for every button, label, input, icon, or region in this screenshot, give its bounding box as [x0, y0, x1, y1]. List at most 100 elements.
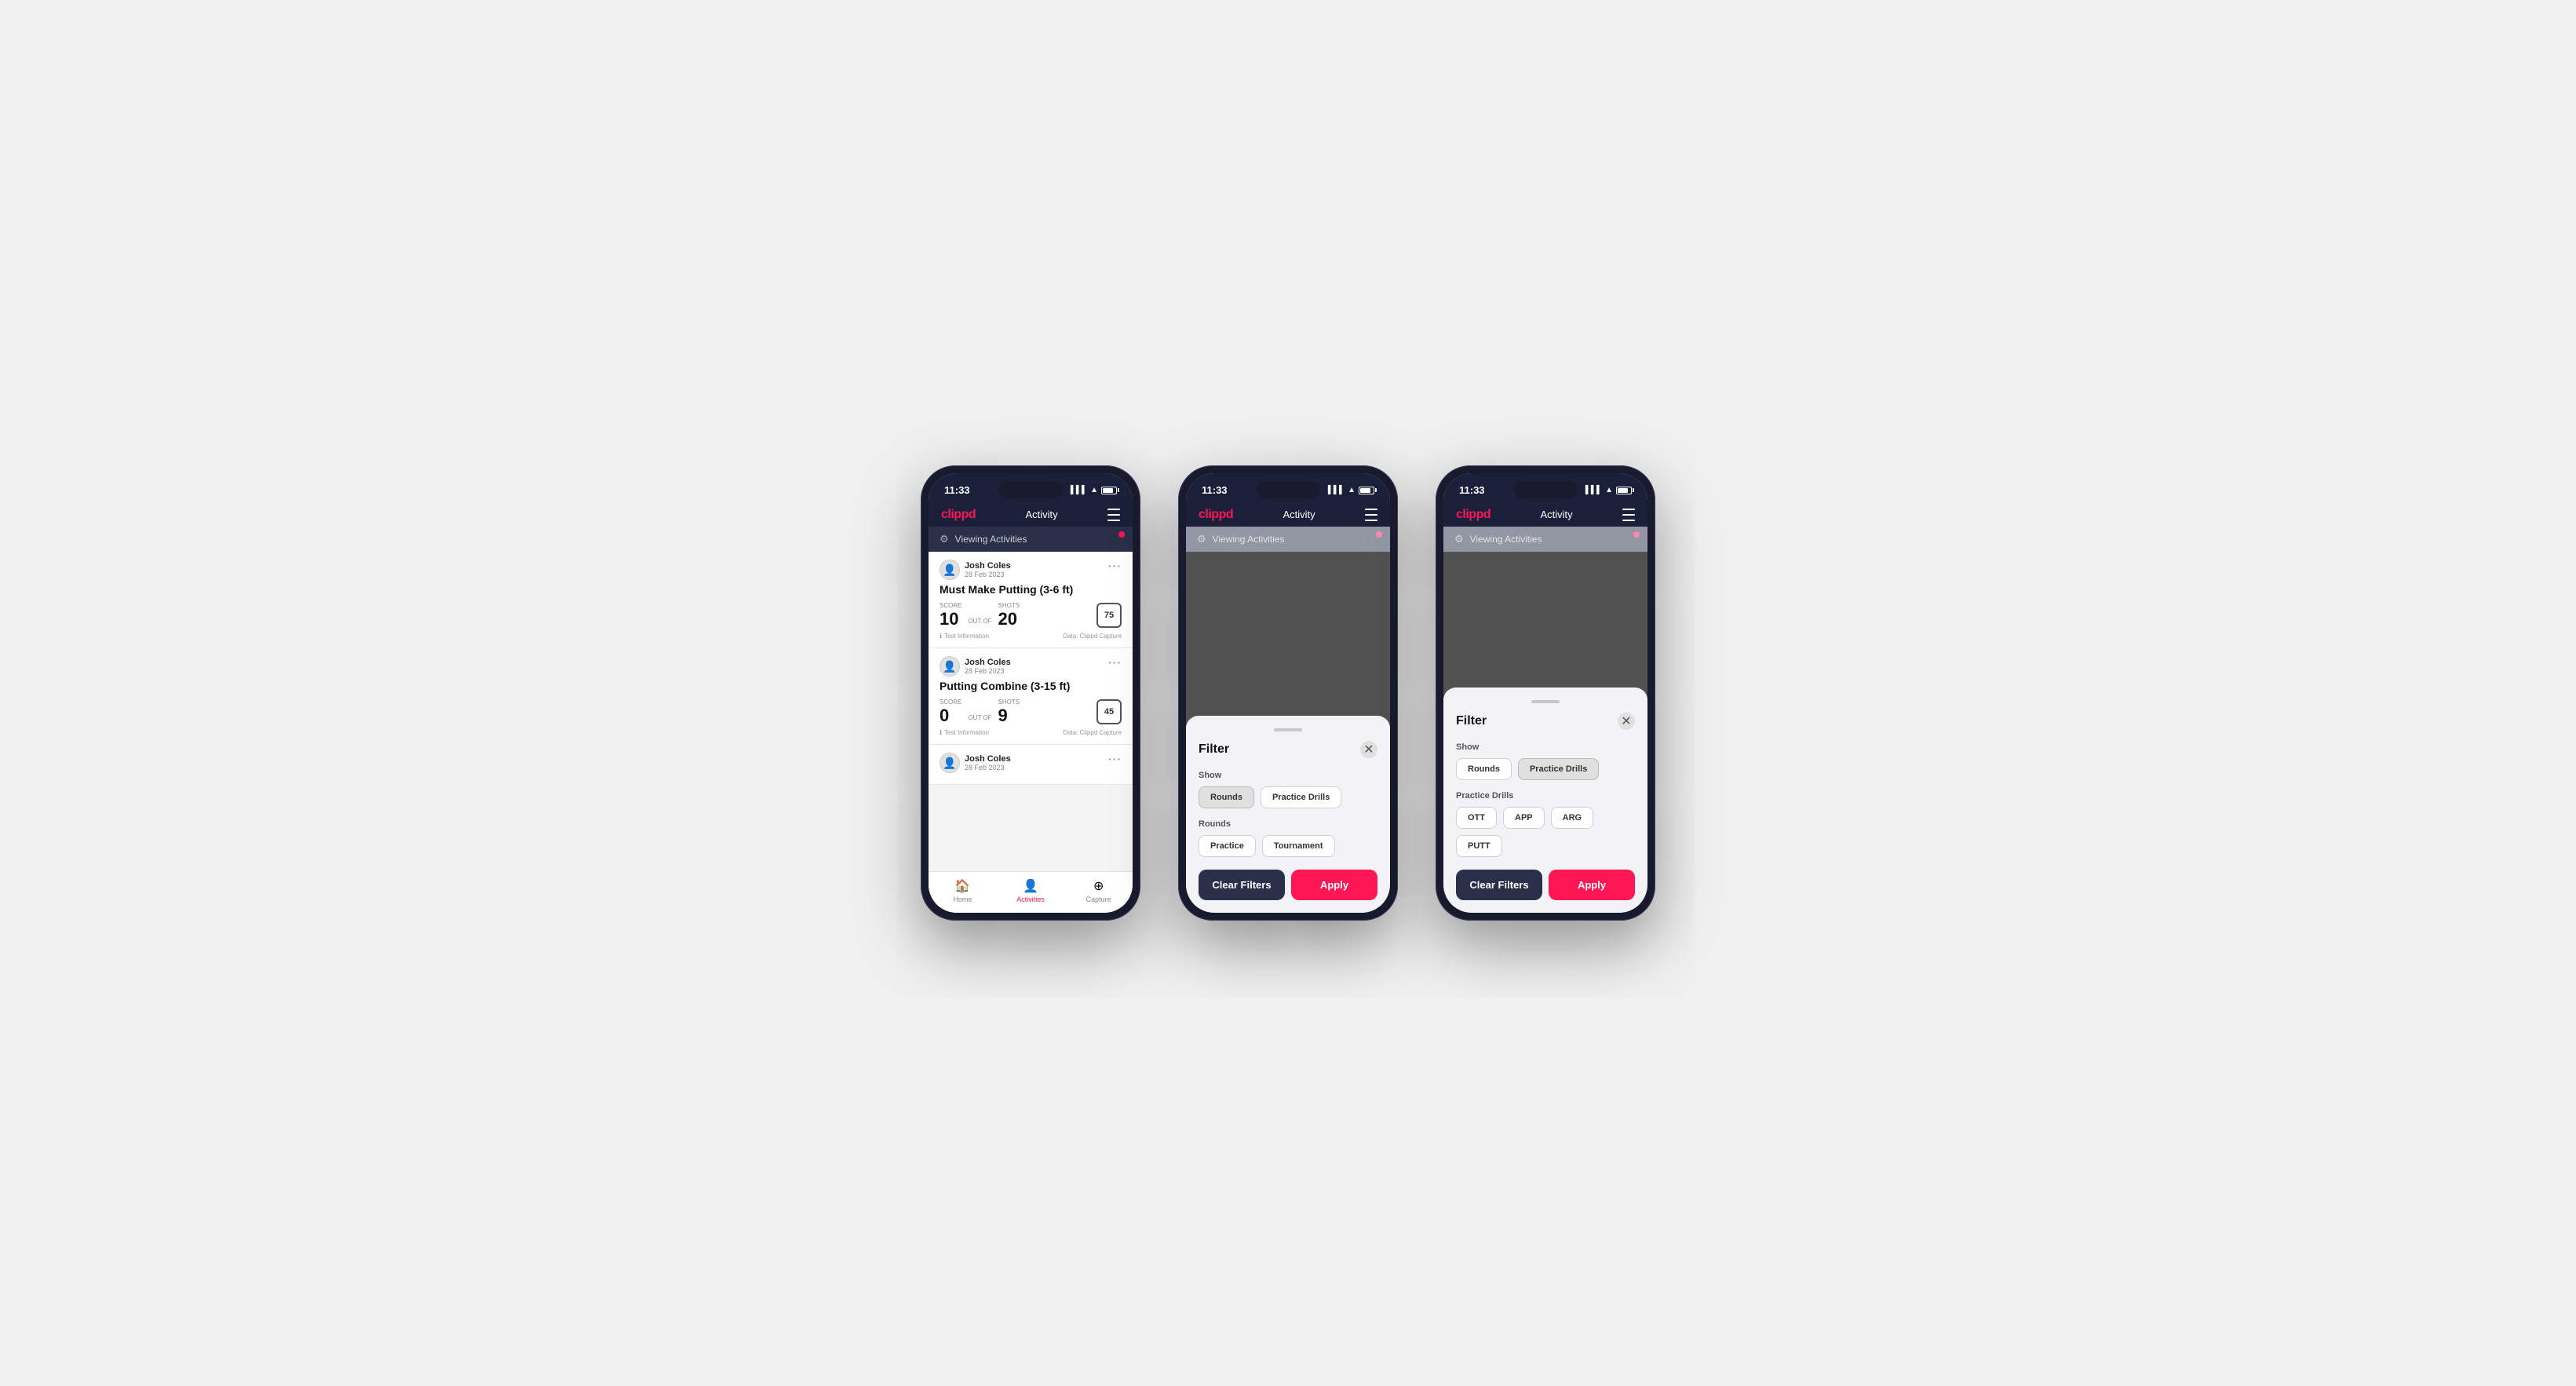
- user-date-1: 28 Feb 2023: [965, 571, 1011, 578]
- hamburger-menu-1[interactable]: [1107, 507, 1120, 522]
- practice-drills-btn-3[interactable]: Practice Drills: [1518, 758, 1599, 780]
- activity-title-2: Putting Combine (3-15 ft): [940, 680, 1122, 692]
- nav-bar-1: clippd Activity: [929, 501, 1133, 527]
- filter-sheet-2: Filter ✕ Show Rounds Practice Drills Rou…: [1186, 716, 1390, 913]
- signal-icon-2: ▌▌▌: [1328, 486, 1345, 494]
- app-btn-3[interactable]: APP: [1503, 807, 1545, 829]
- show-section-2: Show Rounds Practice Drills: [1199, 771, 1377, 808]
- rounds-btn-2[interactable]: Rounds: [1199, 786, 1254, 808]
- more-options-3[interactable]: ···: [1108, 753, 1122, 765]
- rounds-btn-3[interactable]: Rounds: [1456, 758, 1512, 780]
- avatar-1: 👤: [940, 560, 960, 580]
- dynamic-island-3: [1514, 481, 1577, 498]
- stats-row-1: Score 10 OUT OF Shots 20 75: [940, 602, 1122, 628]
- avatar-3: 👤: [940, 753, 960, 773]
- hamburger-menu-3[interactable]: [1622, 507, 1635, 522]
- avatar-2: 👤: [940, 656, 960, 677]
- shot-quality-value-1: 75: [1104, 611, 1114, 620]
- tab-capture-label: Capture: [1086, 895, 1111, 903]
- practice-drills-btn-2[interactable]: Practice Drills: [1261, 786, 1341, 808]
- battery-icon-3: [1616, 487, 1632, 494]
- filter-title-2: Filter: [1199, 742, 1229, 757]
- viewing-text-1: Viewing Activities: [955, 534, 1027, 545]
- nav-logo-1: clippd: [941, 508, 976, 522]
- score-label-2: Score: [940, 698, 961, 706]
- activity-card-3[interactable]: 👤 Josh Coles 28 Feb 2023 ···: [929, 745, 1133, 785]
- card-footer-2: ℹ Test Information Data: Clippd Capture: [940, 729, 1122, 736]
- nav-logo-3: clippd: [1456, 508, 1491, 522]
- status-icons-2: ▌▌▌ ▲: [1328, 486, 1374, 494]
- user-name-1: Josh Coles: [965, 561, 1011, 571]
- out-of-1: OUT OF: [968, 618, 991, 625]
- home-icon: 🏠: [954, 878, 970, 894]
- tab-home[interactable]: 🏠 Home: [929, 878, 997, 903]
- status-icons-3: ▌▌▌ ▲: [1585, 486, 1632, 494]
- score-label-1: Score: [940, 602, 961, 609]
- putt-btn-3[interactable]: PUTT: [1456, 835, 1502, 857]
- sheet-footer-2: Clear Filters Apply: [1199, 870, 1377, 900]
- more-options-2[interactable]: ···: [1108, 656, 1122, 669]
- phones-container: 11:33 ▌▌▌ ▲ clippd Activity ⚙ Viewing Ac…: [921, 465, 1655, 921]
- nav-logo-2: clippd: [1199, 508, 1233, 522]
- out-of-2: OUT OF: [968, 714, 991, 721]
- show-label-2: Show: [1199, 771, 1377, 780]
- shot-quality-value-2: 45: [1104, 707, 1114, 717]
- signal-icon-3: ▌▌▌: [1585, 486, 1602, 494]
- clear-filters-btn-3[interactable]: Clear Filters: [1456, 870, 1542, 900]
- apply-btn-2[interactable]: Apply: [1291, 870, 1377, 900]
- viewing-bar-1[interactable]: ⚙ Viewing Activities: [929, 527, 1133, 552]
- shots-label-2: Shots: [998, 698, 1020, 706]
- viewing-bar-3: ⚙ Viewing Activities: [1443, 527, 1647, 552]
- rounds-section-label-2: Rounds: [1199, 819, 1377, 829]
- battery-icon: [1101, 487, 1117, 494]
- apply-btn-3[interactable]: Apply: [1549, 870, 1635, 900]
- shots-value-2: 9: [998, 707, 1020, 724]
- filter-overlay-2: Filter ✕ Show Rounds Practice Drills Rou…: [1186, 552, 1390, 913]
- data-source-1: Data: Clippd Capture: [1063, 633, 1122, 640]
- show-buttons-2: Rounds Practice Drills: [1199, 786, 1377, 808]
- activity-card-1[interactable]: 👤 Josh Coles 28 Feb 2023 ··· Must Make P…: [929, 552, 1133, 648]
- filter-active-dot-3: [1633, 531, 1640, 538]
- filter-close-2[interactable]: ✕: [1360, 741, 1377, 758]
- shot-quality-badge-1: 75: [1096, 603, 1122, 628]
- nav-title-2: Activity: [1283, 509, 1315, 520]
- phone-3: 11:33 ▌▌▌ ▲ clippd Activity ⚙ Viewing Ac…: [1436, 465, 1655, 921]
- clear-filters-btn-2[interactable]: Clear Filters: [1199, 870, 1285, 900]
- score-value-2: 0: [940, 707, 961, 724]
- wifi-icon-2: ▲: [1348, 486, 1356, 494]
- filter-icon-2: ⚙: [1197, 533, 1206, 545]
- activity-list-1: 👤 Josh Coles 28 Feb 2023 ··· Must Make P…: [929, 552, 1133, 871]
- ott-btn-3[interactable]: OTT: [1456, 807, 1497, 829]
- more-options-1[interactable]: ···: [1108, 560, 1122, 572]
- rounds-section-2: Rounds Practice Tournament: [1199, 819, 1377, 857]
- card-user-1: 👤 Josh Coles 28 Feb 2023: [940, 560, 1011, 580]
- stats-row-2: Score 0 OUT OF Shots 9 45: [940, 698, 1122, 724]
- filter-icon-3: ⚙: [1454, 533, 1464, 545]
- status-time-2: 11:33: [1202, 484, 1228, 496]
- tournament-btn-2[interactable]: Tournament: [1262, 835, 1335, 857]
- sheet-handle-2: [1274, 728, 1302, 731]
- status-icons-1: ▌▌▌ ▲: [1071, 486, 1117, 494]
- filter-close-3[interactable]: ✕: [1618, 713, 1635, 730]
- viewing-bar-2: ⚙ Viewing Activities: [1186, 527, 1390, 552]
- activities-icon: 👤: [1023, 878, 1038, 894]
- user-name-3: Josh Coles: [965, 754, 1011, 764]
- nav-bar-2: clippd Activity: [1186, 501, 1390, 527]
- viewing-text-2: Viewing Activities: [1213, 534, 1285, 545]
- filter-icon-1: ⚙: [940, 533, 949, 545]
- tab-activities-label: Activities: [1016, 895, 1045, 903]
- tab-capture[interactable]: ⊕ Capture: [1064, 878, 1133, 903]
- activity-card-2[interactable]: 👤 Josh Coles 28 Feb 2023 ··· Putting Com…: [929, 648, 1133, 745]
- tab-activities[interactable]: 👤 Activities: [997, 878, 1065, 903]
- shot-quality-badge-2: 45: [1096, 699, 1122, 724]
- drill-buttons-3: OTT APP ARG PUTT: [1456, 807, 1635, 857]
- viewing-text-3: Viewing Activities: [1470, 534, 1542, 545]
- drills-section-3: Practice Drills OTT APP ARG PUTT: [1456, 791, 1635, 857]
- arg-btn-3[interactable]: ARG: [1551, 807, 1593, 829]
- nav-title-1: Activity: [1025, 509, 1057, 520]
- capture-icon: ⊕: [1093, 878, 1104, 894]
- hamburger-menu-2[interactable]: [1365, 507, 1377, 522]
- user-name-2: Josh Coles: [965, 658, 1011, 667]
- practice-round-btn-2[interactable]: Practice: [1199, 835, 1256, 857]
- status-time-3: 11:33: [1459, 484, 1485, 496]
